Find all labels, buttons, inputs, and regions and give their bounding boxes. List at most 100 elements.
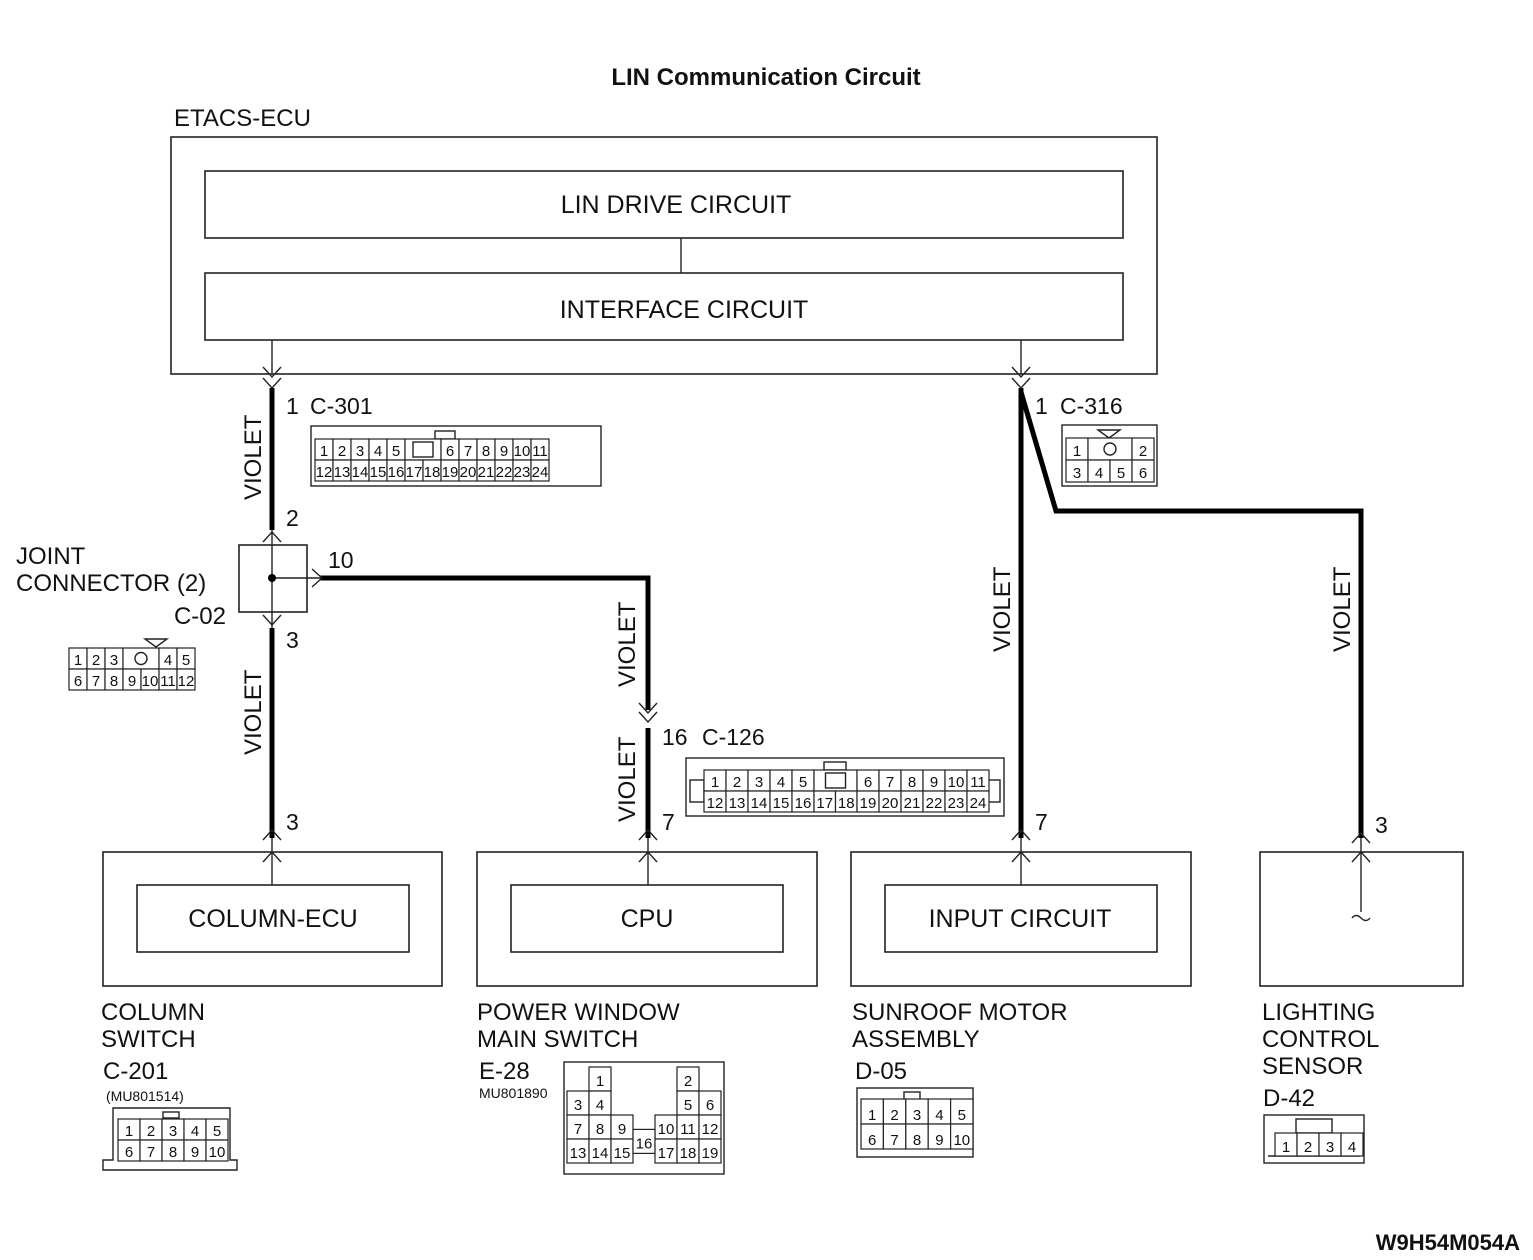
c201-connector-face: 1 2 3 4 5 6 7 8 9 10 [102,1107,238,1171]
connector-pin-label: 14 [751,795,768,812]
connector-pin-label: 16 [388,464,405,481]
connector-pin-label: 9 [618,1121,626,1138]
column-switch-connector-id: C-201 [103,1058,168,1085]
connector-c301: 1 C-301 1 2 3 4 5 6 7 8 9 10 1112 13 14 15 16 17 18 19 20 2… [286,393,602,487]
connector-pin-label: 17 [658,1145,675,1162]
connector-pin-label: 6 [125,1144,133,1161]
connector-pin-label: 10 [953,1132,970,1149]
connector-pin-label: 21 [478,464,495,481]
connector-pin-label: 4 [1095,465,1103,482]
column-ecu-label: COLUMN-ECU [188,905,357,933]
figure-code: W9H54M054A [1376,1230,1520,1255]
wire-joint-c126 [320,575,651,710]
connector-pin-label: 6 [706,1097,714,1114]
connector-pin-label: 3 [1073,465,1081,482]
connector-pin-label: 11 [160,673,176,690]
connector-pin-label: 6 [1139,465,1147,482]
connector-latch-icon [162,1111,180,1119]
connector-pin-label: 9 [930,774,938,791]
connector-pin-label: 3 [110,652,118,669]
connector-pin-label: 18 [838,795,855,812]
lin-drive-circuit-label: LIN DRIVE CIRCUIT [561,191,792,219]
sunroof-name-2: ASSEMBLY [852,1026,980,1053]
c301-id: C-301 [310,393,373,419]
connector-pin-label: 12 [702,1121,719,1138]
connector-pin-label: 3 [356,443,364,460]
pwms-name-1: POWER WINDOW [477,999,680,1026]
lighting-name-1: LIGHTING [1262,999,1375,1026]
connector-pin-label: 13 [334,464,351,481]
connector-pin-label: 7 [890,1132,898,1149]
connector-pin-label: 15 [773,795,790,812]
connector-pin-label: 4 [777,774,785,791]
connector-pin-label: 2 [684,1073,692,1090]
connector-pin-label: 11 [680,1121,696,1138]
connector-pin-label: 1 [1073,443,1081,460]
connector-pin-label: 1 [125,1123,133,1140]
sunroof-pin: 7 [1035,809,1048,835]
connector-pin-label: 3 [574,1097,582,1114]
pwms-name-2: MAIN SWITCH [477,1026,638,1053]
connector-latch-icon [1095,429,1123,439]
connector-pin-label: 7 [574,1121,582,1138]
connector-pin-label: 8 [908,774,916,791]
connector-pin-label: 13 [570,1145,587,1162]
connector-pin-label: 2 [338,443,346,460]
connector-pin-label: 10 [514,443,531,460]
connector-pin-label: 19 [860,795,877,812]
joint-connector-name-1: JOINT [16,543,86,570]
joint-connector: JOINT CONNECTOR (2) C-02 2 10 3 1 2 3 4 56 7 8… [16,505,354,691]
connector-latch-icon [1295,1118,1333,1134]
pwms-pin: 7 [662,809,675,835]
connector-pin-label: 12 [316,464,333,481]
pwms-connector-id: E-28 [479,1058,530,1085]
d05-connector-face: 1 2 3 4 5 6 7 8 9 10 [856,1087,974,1158]
connector-pin-label: 23 [948,795,965,812]
c126-id: C-126 [702,724,765,750]
connector-pin-label: 3 [913,1107,921,1124]
connector-pin-cell [1087,437,1133,461]
lighting-connector-id: D-42 [1263,1085,1315,1112]
connector-pin-label: 7 [147,1144,155,1161]
connector-pin-label: 17 [816,795,833,812]
connector-pin-label: 4 [164,652,172,669]
connector-pin-label: 5 [1117,465,1125,482]
connector-pin-label: 18 [424,464,441,481]
column-switch-part-no: (MU801514) [106,1088,184,1104]
device-power-window-main-switch: 7 CPU POWER WINDOW MAIN SWITCH E-28 MU80… [476,809,818,1175]
connector-pin-label: 8 [596,1121,604,1138]
connector-pin-label: 20 [460,464,477,481]
lighting-pin: 3 [1375,812,1388,838]
connector-pin-label: 8 [913,1132,921,1149]
connector-pin-label: 24 [970,795,987,812]
connector-pin-label: 2 [147,1123,155,1140]
wiring-diagram: LIN Communication Circuit ETACS-ECU LIN … [16,64,1520,1255]
wire-color-label: VIOLET [240,414,267,500]
c316-pin: 1 [1035,393,1048,419]
sunroof-connector-id: D-05 [855,1058,907,1085]
etacs-ecu-box [170,136,1158,375]
connector-pin-label: 1 [596,1073,604,1090]
connector-pin-label: 2 [1139,443,1147,460]
connector-pin-label: 18 [680,1145,697,1162]
d42-connector-face: 1234 [1263,1114,1365,1164]
connector-pin-label: 1 [868,1107,876,1124]
connector-pin-label: 6 [868,1132,876,1149]
e28-connector-face: 1 23 4 5 67 8 9 10 11 1213 14 151617 18 19 [563,1061,725,1175]
wire-color-label: VIOLET [614,601,641,687]
connector-pin-label: 8 [110,673,118,690]
wire-color-label: VIOLET [989,566,1016,652]
etacs-ecu: ETACS-ECU LIN DRIVE CIRCUIT INTERFACE CI… [170,105,1158,375]
connector-pin-label: 6 [864,774,872,791]
connector-pin-label: 1 [320,443,328,460]
joint-connector-id: C-02 [174,603,226,630]
connector-latch-icon [823,761,847,771]
connector-chevron-icon [1011,377,1031,390]
connector-pin-label: 5 [958,1107,966,1124]
connector-pin-label: 12 [707,795,724,812]
connector-pin-label: 10 [658,1121,675,1138]
connector-pin-label: 2 [890,1107,898,1124]
c301-pin: 1 [286,393,299,419]
connector-pin-label: 7 [464,443,472,460]
connector-c126: 16 C-126 1 2 3 4 5 6 7 8 9 10 1112 13 14 15 16 17 18 19 20… [662,724,1005,817]
